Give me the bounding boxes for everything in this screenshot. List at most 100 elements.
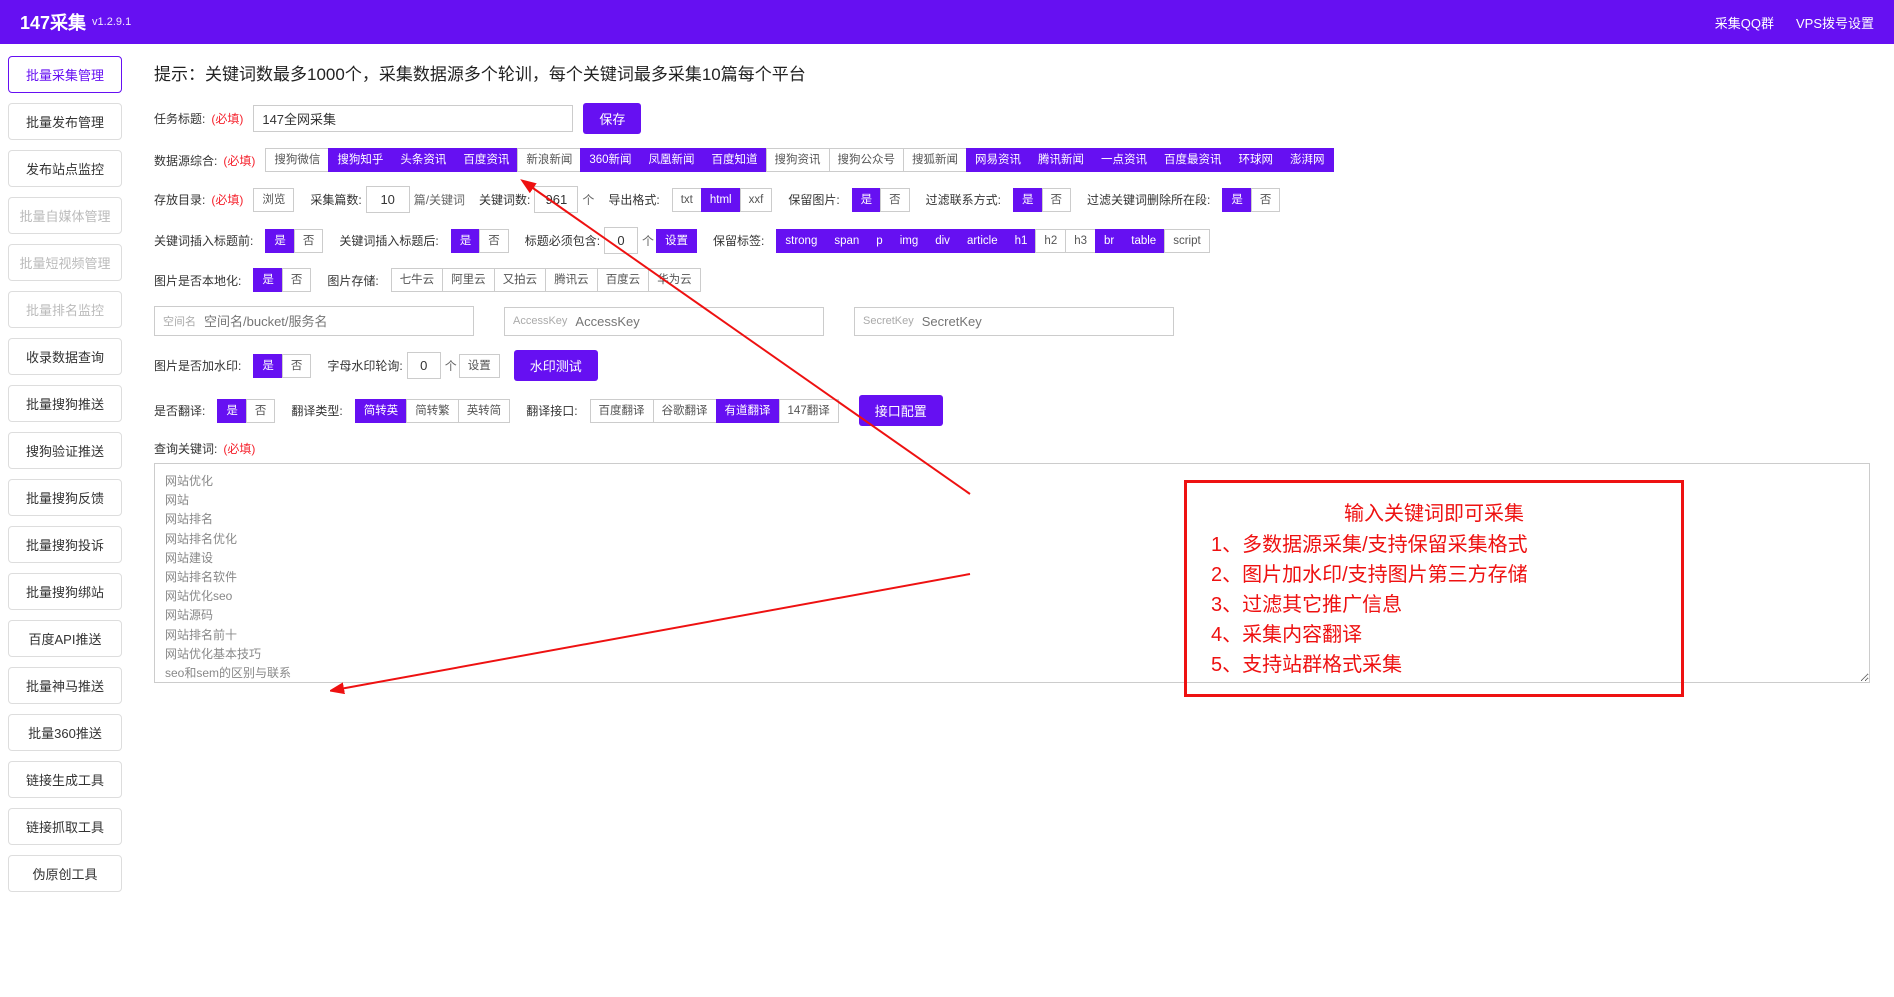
source-tag[interactable]: 搜狗公众号	[829, 148, 904, 172]
sidebar-item[interactable]: 链接生成工具	[8, 761, 122, 798]
browse-button[interactable]: 浏览	[253, 188, 294, 212]
sidebar-item[interactable]: 收录数据查询	[8, 338, 122, 375]
source-tag[interactable]: 一点资讯	[1092, 148, 1155, 172]
keep-tag[interactable]: article	[958, 229, 1006, 253]
yesno-tag[interactable]: 是	[451, 229, 480, 253]
count-input[interactable]	[366, 186, 410, 213]
keep-tag[interactable]: div	[926, 229, 958, 253]
sidebar-item[interactable]: 批量搜狗推送	[8, 385, 122, 422]
required-mark: (必填)	[211, 191, 243, 208]
sidebar-item[interactable]: 批量采集管理	[8, 56, 122, 93]
transapi-tag[interactable]: 147翻译	[779, 399, 839, 423]
yesno-tag[interactable]: 否	[479, 229, 509, 253]
yesno-tag[interactable]: 是	[265, 229, 294, 253]
keep-tag[interactable]: img	[891, 229, 927, 253]
title-build-button[interactable]: 设置	[656, 229, 697, 253]
imgstore-tag[interactable]: 腾讯云	[545, 268, 597, 292]
sk-input[interactable]	[922, 314, 1165, 329]
yesno-tag[interactable]: 是	[1222, 188, 1251, 212]
source-tag[interactable]: 腾讯新闻	[1029, 148, 1092, 172]
source-tag[interactable]: 搜狗知乎	[328, 148, 391, 172]
source-tag[interactable]: 百度最资讯	[1155, 148, 1230, 172]
imgstore-tag[interactable]: 百度云	[597, 268, 649, 292]
transtype-tag[interactable]: 简转英	[355, 399, 407, 423]
export-format-tag[interactable]: xxf	[740, 188, 773, 212]
keep-tag[interactable]: strong	[776, 229, 825, 253]
sidebar-item[interactable]: 伪原创工具	[8, 855, 122, 892]
sidebar-item[interactable]: 发布站点监控	[8, 150, 122, 187]
imgstore-tag[interactable]: 阿里云	[442, 268, 494, 292]
yesno-tag[interactable]: 否	[880, 188, 910, 212]
task-title-input[interactable]	[253, 105, 573, 132]
transapi-tag[interactable]: 谷歌翻译	[653, 399, 716, 423]
source-tag[interactable]: 360新闻	[580, 148, 639, 172]
yesno-tag[interactable]: 否	[294, 229, 324, 253]
watermark-test-button[interactable]: 水印测试	[514, 350, 598, 381]
sidebar-item[interactable]: 批量发布管理	[8, 103, 122, 140]
export-label: 导出格式:	[608, 191, 659, 208]
yesno-tag[interactable]: 是	[253, 268, 282, 292]
yesno-tag[interactable]: 是	[253, 354, 282, 378]
secretkey-field[interactable]: SecretKey	[854, 307, 1174, 336]
space-input[interactable]	[204, 314, 465, 329]
source-tag[interactable]: 头条资讯	[391, 148, 454, 172]
save-button[interactable]: 保存	[583, 103, 641, 134]
source-tag[interactable]: 搜狐新闻	[903, 148, 966, 172]
sidebar-item[interactable]: 批量360推送	[8, 714, 122, 751]
sidebar-item[interactable]: 百度API推送	[8, 620, 122, 657]
keep-tag[interactable]: p	[867, 229, 890, 253]
sidebar-item[interactable]: 批量搜狗投诉	[8, 526, 122, 563]
source-tag[interactable]: 搜狗资讯	[766, 148, 829, 172]
sidebar-item[interactable]: 链接抓取工具	[8, 808, 122, 845]
ak-input[interactable]	[575, 314, 815, 329]
imgstore-tag[interactable]: 七牛云	[391, 268, 443, 292]
link-vps-settings[interactable]: VPS拨号设置	[1796, 13, 1874, 32]
keep-tag[interactable]: table	[1122, 229, 1164, 253]
transtype-tag[interactable]: 简转繁	[406, 399, 458, 423]
yesno-tag[interactable]: 否	[246, 399, 276, 423]
sidebar-item[interactable]: 批量搜狗绑站	[8, 573, 122, 610]
export-format-tag[interactable]: txt	[672, 188, 701, 212]
space-name-field[interactable]: 空间名	[154, 306, 474, 336]
keep-tag[interactable]: script	[1164, 229, 1209, 253]
alphawm-set-button[interactable]: 设置	[459, 354, 500, 378]
keep-tag[interactable]: h3	[1065, 229, 1095, 253]
source-tag[interactable]: 澎湃网	[1281, 148, 1334, 172]
transapi-label: 翻译接口:	[526, 402, 577, 419]
source-tag[interactable]: 环球网	[1230, 148, 1282, 172]
keywords-textarea[interactable]	[154, 463, 1870, 683]
export-format-tag[interactable]: html	[701, 188, 740, 212]
api-config-button[interactable]: 接口配置	[859, 395, 943, 426]
source-tag[interactable]: 百度资讯	[454, 148, 517, 172]
transapi-tag[interactable]: 百度翻译	[590, 399, 653, 423]
sidebar-item[interactable]: 搜狗验证推送	[8, 432, 122, 469]
yesno-tag[interactable]: 是	[852, 188, 881, 212]
imgstore-tag[interactable]: 又拍云	[494, 268, 546, 292]
imgstore-tag[interactable]: 华为云	[648, 268, 701, 292]
sidebar-item[interactable]: 批量搜狗反馈	[8, 479, 122, 516]
sidebar-item[interactable]: 批量神马推送	[8, 667, 122, 704]
yesno-tag[interactable]: 否	[282, 268, 312, 292]
accesskey-field[interactable]: AccessKey	[504, 307, 824, 336]
source-tag[interactable]: 百度知道	[703, 148, 766, 172]
filtercontact-toggle: 是否	[1013, 188, 1071, 212]
source-tag[interactable]: 新浪新闻	[517, 148, 580, 172]
transtype-tag[interactable]: 英转简	[458, 399, 511, 423]
keep-tag[interactable]: h1	[1006, 229, 1036, 253]
alphawm-input[interactable]	[407, 352, 441, 379]
source-tag[interactable]: 搜狗微信	[265, 148, 328, 172]
kwcount-input[interactable]	[534, 186, 578, 213]
yesno-tag[interactable]: 是	[1013, 188, 1042, 212]
source-tag[interactable]: 网易资讯	[966, 148, 1029, 172]
yesno-tag[interactable]: 否	[282, 354, 312, 378]
title-must-input[interactable]	[604, 227, 638, 254]
yesno-tag[interactable]: 是	[217, 399, 246, 423]
transapi-tag[interactable]: 有道翻译	[716, 399, 779, 423]
source-tag[interactable]: 凤凰新闻	[640, 148, 703, 172]
yesno-tag[interactable]: 否	[1042, 188, 1072, 212]
yesno-tag[interactable]: 否	[1251, 188, 1281, 212]
keep-tag[interactable]: br	[1095, 229, 1122, 253]
keep-tag[interactable]: h2	[1035, 229, 1065, 253]
keep-tag[interactable]: span	[825, 229, 867, 253]
link-qq-group[interactable]: 采集QQ群	[1715, 13, 1774, 32]
